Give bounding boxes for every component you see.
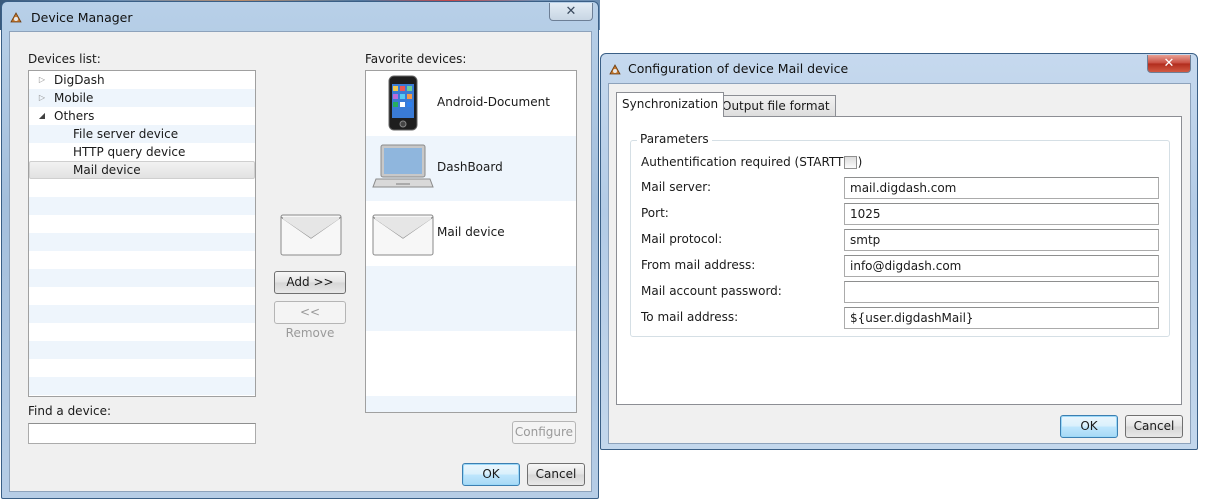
tab-label: Output file format bbox=[722, 99, 830, 113]
list-stripe bbox=[29, 341, 255, 359]
tab-output-file-format[interactable]: Output file format bbox=[716, 95, 836, 117]
mail-account-password-label: Mail account password: bbox=[641, 284, 782, 298]
favorite-mail-device[interactable]: Mail device bbox=[366, 201, 576, 266]
tree-node-label: DigDash bbox=[54, 73, 105, 87]
device-manager-window: Device Manager ✕ Devices list: ▷ DigDash… bbox=[1, 1, 599, 499]
tree-item-label: File server device bbox=[73, 127, 179, 141]
mail-server-label: Mail server: bbox=[641, 180, 712, 194]
list-stripe bbox=[366, 266, 576, 331]
tree-node-label: Others bbox=[54, 109, 95, 123]
to-mail-address-field[interactable]: ${user.digdashMail} bbox=[844, 307, 1159, 329]
expand-arrow-icon[interactable]: ▷ bbox=[37, 71, 47, 89]
cancel-button[interactable]: Cancel bbox=[1125, 415, 1183, 438]
favorite-label: Android-Document bbox=[437, 95, 550, 109]
window-title: Device Manager bbox=[31, 10, 133, 25]
from-mail-address-label: From mail address: bbox=[641, 258, 756, 272]
mail-server-field[interactable]: mail.digdash.com bbox=[844, 177, 1159, 199]
to-mail-address-label: To mail address: bbox=[641, 310, 739, 324]
close-icon: ✕ bbox=[1163, 56, 1175, 71]
devices-tree[interactable]: ▷ DigDash ▷ Mobile ◢ Others File server … bbox=[28, 70, 256, 397]
tab-synchronization[interactable]: Synchronization bbox=[616, 92, 725, 117]
add-button[interactable]: Add >> bbox=[274, 271, 346, 294]
tree-node-others[interactable]: ◢ Others bbox=[29, 107, 255, 125]
list-stripe bbox=[29, 233, 255, 251]
close-button[interactable]: ✕ bbox=[1147, 55, 1191, 73]
remove-button[interactable]: << Remove bbox=[274, 301, 346, 340]
mail-protocol-label: Mail protocol: bbox=[641, 232, 723, 246]
parameters-group-title: Parameters bbox=[637, 132, 712, 146]
tree-item-label: HTTP query device bbox=[73, 145, 186, 159]
config-dialog-client: Synchronization Output file format Param… bbox=[608, 83, 1191, 444]
favorite-label: DashBoard bbox=[437, 160, 503, 174]
tab-panel: Parameters Authentification required (ST… bbox=[616, 116, 1182, 405]
phone-icon bbox=[388, 75, 418, 131]
expand-arrow-icon[interactable]: ▷ bbox=[37, 89, 47, 107]
tree-item-http-query-device[interactable]: HTTP query device bbox=[29, 143, 255, 161]
app-icon bbox=[609, 64, 621, 75]
app-icon bbox=[10, 12, 22, 23]
favorite-devices-label: Favorite devices: bbox=[365, 52, 467, 66]
tab-label: Synchronization bbox=[622, 97, 719, 111]
port-field[interactable]: 1025 bbox=[844, 203, 1159, 225]
devices-list-label: Devices list: bbox=[28, 52, 101, 66]
mail-account-password-field[interactable] bbox=[844, 281, 1159, 303]
auth-required-label: Authentification required (STARTTLS) bbox=[641, 155, 863, 169]
ok-button[interactable]: OK bbox=[1060, 415, 1118, 438]
ok-button[interactable]: OK bbox=[462, 463, 520, 486]
mail-protocol-field[interactable]: smtp bbox=[844, 229, 1159, 251]
envelope-icon bbox=[372, 214, 434, 256]
tree-node-label: Mobile bbox=[54, 91, 94, 105]
config-dialog-window: Configuration of device Mail device ✕ Sy… bbox=[600, 53, 1198, 450]
auth-required-checkbox[interactable] bbox=[844, 156, 857, 169]
collapse-arrow-icon[interactable]: ◢ bbox=[37, 107, 47, 125]
config-dialog-titlebar[interactable]: Configuration of device Mail device ✕ bbox=[601, 54, 1197, 84]
from-mail-address-field[interactable]: info@digdash.com bbox=[844, 255, 1159, 277]
configure-button[interactable]: Configure bbox=[512, 421, 576, 444]
find-device-input[interactable] bbox=[28, 423, 256, 444]
laptop-icon bbox=[372, 144, 434, 188]
window-title: Configuration of device Mail device bbox=[628, 61, 849, 76]
envelope-icon bbox=[280, 214, 342, 256]
list-stripe bbox=[29, 269, 255, 287]
list-stripe bbox=[29, 197, 255, 215]
favorite-android-document[interactable]: Android-Document bbox=[366, 71, 576, 136]
favorite-dashboard[interactable]: DashBoard bbox=[366, 136, 576, 201]
tree-node-digdash[interactable]: ▷ DigDash bbox=[29, 71, 255, 89]
device-manager-titlebar[interactable]: Device Manager ✕ bbox=[2, 2, 598, 32]
list-stripe bbox=[366, 396, 576, 412]
close-button[interactable]: ✕ bbox=[549, 3, 593, 21]
tree-item-label: Mail device bbox=[73, 163, 141, 177]
find-device-label: Find a device: bbox=[28, 404, 112, 418]
favorites-list[interactable]: Android-Document DashBoard Mail device bbox=[365, 70, 577, 413]
device-manager-client: Devices list: ▷ DigDash ▷ Mobile ◢ Other… bbox=[9, 31, 592, 492]
cancel-button[interactable]: Cancel bbox=[527, 463, 585, 486]
tree-item-file-server-device[interactable]: File server device bbox=[29, 125, 255, 143]
list-stripe bbox=[29, 377, 255, 395]
tree-node-mobile[interactable]: ▷ Mobile bbox=[29, 89, 255, 107]
list-stripe bbox=[29, 305, 255, 323]
favorite-label: Mail device bbox=[437, 225, 505, 239]
tree-item-mail-device[interactable]: Mail device bbox=[29, 161, 255, 179]
close-icon: ✕ bbox=[565, 4, 577, 19]
port-label: Port: bbox=[641, 206, 669, 220]
